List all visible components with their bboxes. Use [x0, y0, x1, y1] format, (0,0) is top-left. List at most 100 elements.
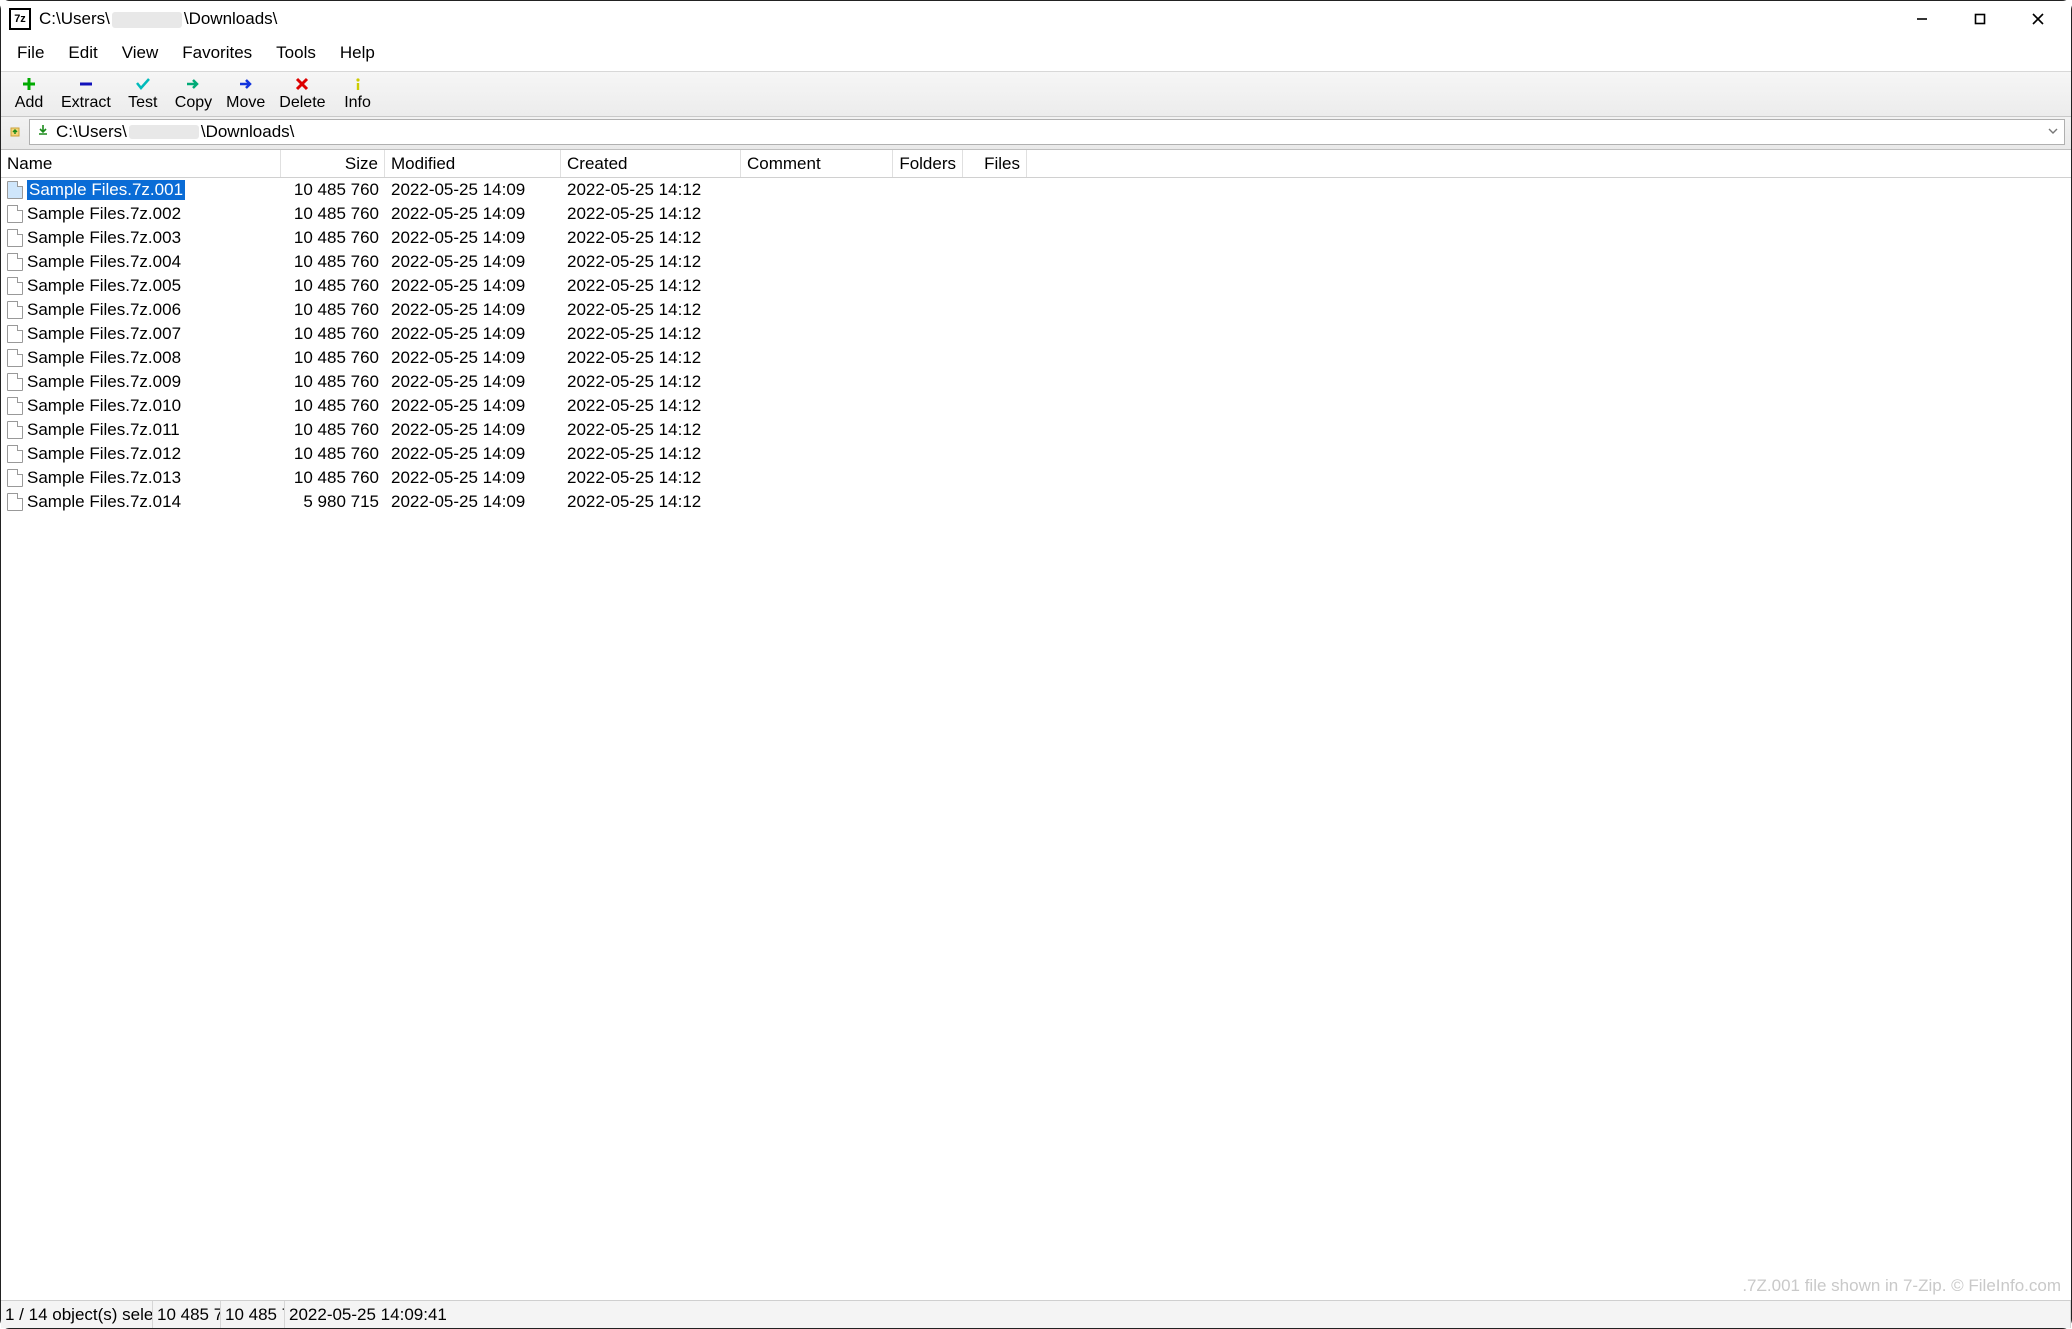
file-row[interactable]: Sample Files.7z.01010 485 7602022-05-25 … — [1, 394, 2071, 418]
file-icon — [7, 229, 23, 247]
column-headers: Name Size Modified Created Comment Folde… — [1, 150, 2071, 178]
file-icon — [7, 349, 23, 367]
extract-button[interactable]: Extract — [57, 74, 115, 112]
file-icon — [7, 205, 23, 223]
file-created: 2022-05-25 14:12 — [561, 348, 741, 368]
file-size: 10 485 760 — [281, 444, 385, 464]
delete-button[interactable]: Delete — [275, 74, 329, 112]
col-header-folders[interactable]: Folders — [893, 150, 963, 177]
file-modified: 2022-05-25 14:09 — [385, 396, 561, 416]
status-datetime: 2022-05-25 14:09:41 — [285, 1301, 2071, 1328]
col-header-modified[interactable]: Modified — [385, 150, 561, 177]
addressbar: C:\Users\\Downloads\ — [1, 117, 2071, 150]
file-created: 2022-05-25 14:12 — [561, 372, 741, 392]
close-button[interactable] — [2009, 1, 2067, 37]
titlebar: 7z C:\Users\\Downloads\ — [1, 1, 2071, 37]
file-size: 10 485 760 — [281, 324, 385, 344]
up-one-level-button[interactable] — [7, 124, 23, 140]
col-header-comment[interactable]: Comment — [741, 150, 893, 177]
menu-file[interactable]: File — [5, 39, 56, 67]
redacted-user-2 — [129, 125, 199, 139]
address-input[interactable]: C:\Users\\Downloads\ — [29, 119, 2065, 145]
file-name: Sample Files.7z.014 — [27, 492, 181, 512]
file-icon — [7, 397, 23, 415]
title-prefix: C:\Users\ — [39, 9, 110, 28]
add-button[interactable]: Add — [7, 74, 51, 112]
file-size: 10 485 760 — [281, 372, 385, 392]
test-button[interactable]: Test — [121, 74, 165, 112]
file-row[interactable]: Sample Files.7z.00610 485 7602022-05-25 … — [1, 298, 2071, 322]
file-icon — [7, 445, 23, 463]
move-button[interactable]: Move — [222, 74, 269, 112]
info-button[interactable]: Info — [336, 74, 380, 112]
status-total-size: 10 485 7 — [221, 1301, 285, 1328]
file-size: 10 485 760 — [281, 300, 385, 320]
file-row[interactable]: Sample Files.7z.00310 485 7602022-05-25 … — [1, 226, 2071, 250]
file-size: 10 485 760 — [281, 468, 385, 488]
test-label: Test — [128, 94, 157, 112]
file-icon — [7, 373, 23, 391]
menu-tools[interactable]: Tools — [264, 39, 328, 67]
file-icon — [7, 493, 23, 511]
file-modified: 2022-05-25 14:09 — [385, 228, 561, 248]
file-modified: 2022-05-25 14:09 — [385, 492, 561, 512]
file-modified: 2022-05-25 14:09 — [385, 420, 561, 440]
menu-edit[interactable]: Edit — [56, 39, 109, 67]
status-selected-size: 10 485 7 — [153, 1301, 221, 1328]
file-row[interactable]: Sample Files.7z.01110 485 7602022-05-25 … — [1, 418, 2071, 442]
file-modified: 2022-05-25 14:09 — [385, 180, 561, 200]
file-created: 2022-05-25 14:12 — [561, 444, 741, 464]
file-icon — [7, 277, 23, 295]
file-created: 2022-05-25 14:12 — [561, 252, 741, 272]
file-row[interactable]: Sample Files.7z.00710 485 7602022-05-25 … — [1, 322, 2071, 346]
menu-help[interactable]: Help — [328, 39, 387, 67]
delete-label: Delete — [279, 94, 325, 112]
file-row[interactable]: Sample Files.7z.00810 485 7602022-05-25 … — [1, 346, 2071, 370]
minimize-button[interactable] — [1893, 1, 1951, 37]
toolbar: AddExtract Test Copy Move Delete Info — [1, 71, 2071, 117]
file-row[interactable]: Sample Files.7z.00910 485 7602022-05-25 … — [1, 370, 2071, 394]
file-name: Sample Files.7z.005 — [27, 276, 181, 296]
col-header-name[interactable]: Name — [1, 150, 281, 177]
menu-favorites[interactable]: Favorites — [170, 39, 264, 67]
file-row[interactable]: Sample Files.7z.01310 485 7602022-05-25 … — [1, 466, 2071, 490]
file-created: 2022-05-25 14:12 — [561, 228, 741, 248]
test-icon — [134, 74, 152, 94]
info-label: Info — [344, 94, 371, 112]
app-icon: 7z — [9, 8, 31, 30]
copy-button[interactable]: Copy — [171, 74, 216, 112]
col-header-created[interactable]: Created — [561, 150, 741, 177]
file-modified: 2022-05-25 14:09 — [385, 204, 561, 224]
file-name: Sample Files.7z.011 — [27, 420, 180, 440]
file-name: Sample Files.7z.001 — [27, 180, 185, 200]
col-header-files[interactable]: Files — [963, 150, 1027, 177]
address-dropdown-icon[interactable] — [2048, 125, 2058, 139]
file-row[interactable]: Sample Files.7z.00210 485 7602022-05-25 … — [1, 202, 2071, 226]
file-size: 10 485 760 — [281, 276, 385, 296]
file-size: 10 485 760 — [281, 396, 385, 416]
file-modified: 2022-05-25 14:09 — [385, 252, 561, 272]
col-header-size[interactable]: Size — [281, 150, 385, 177]
file-row[interactable]: Sample Files.7z.00110 485 7602022-05-25 … — [1, 178, 2071, 202]
file-created: 2022-05-25 14:12 — [561, 420, 741, 440]
delete-icon — [293, 74, 311, 94]
maximize-button[interactable] — [1951, 1, 2009, 37]
file-name: Sample Files.7z.004 — [27, 252, 181, 272]
status-selection: 1 / 14 object(s) selec — [1, 1301, 153, 1328]
file-name: Sample Files.7z.013 — [27, 468, 181, 488]
menu-view[interactable]: View — [110, 39, 171, 67]
file-row[interactable]: Sample Files.7z.01210 485 7602022-05-25 … — [1, 442, 2071, 466]
file-icon — [7, 469, 23, 487]
file-row[interactable]: Sample Files.7z.00410 485 7602022-05-25 … — [1, 250, 2071, 274]
file-modified: 2022-05-25 14:09 — [385, 324, 561, 344]
file-size: 10 485 760 — [281, 204, 385, 224]
file-icon — [7, 253, 23, 271]
extract-icon — [77, 74, 95, 94]
file-row[interactable]: Sample Files.7z.0145 980 7152022-05-25 1… — [1, 490, 2071, 514]
file-size: 10 485 760 — [281, 420, 385, 440]
file-created: 2022-05-25 14:12 — [561, 396, 741, 416]
copy-label: Copy — [175, 94, 212, 112]
file-list[interactable]: Sample Files.7z.00110 485 7602022-05-25 … — [1, 178, 2071, 1300]
file-row[interactable]: Sample Files.7z.00510 485 7602022-05-25 … — [1, 274, 2071, 298]
file-created: 2022-05-25 14:12 — [561, 300, 741, 320]
